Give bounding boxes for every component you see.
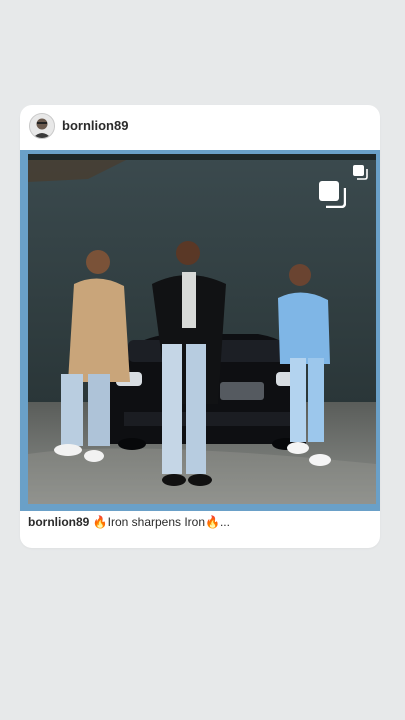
post-username[interactable]: bornlion89	[62, 118, 128, 133]
post-card[interactable]: bornlion89 bornlion89 🔥Iron sharpens Iro…	[20, 105, 380, 548]
multiple-images-icon	[352, 164, 368, 180]
post-header: bornlion89	[20, 105, 380, 149]
post-caption: bornlion89 🔥Iron sharpens Iron🔥...	[28, 515, 372, 529]
post-media[interactable]	[20, 150, 380, 511]
post-photo[interactable]	[28, 154, 376, 504]
caption-username[interactable]: bornlion89	[28, 515, 89, 529]
caption-text: 🔥Iron sharpens Iron🔥...	[92, 515, 230, 529]
gallery-icon	[318, 180, 347, 209]
avatar[interactable]	[29, 113, 55, 139]
